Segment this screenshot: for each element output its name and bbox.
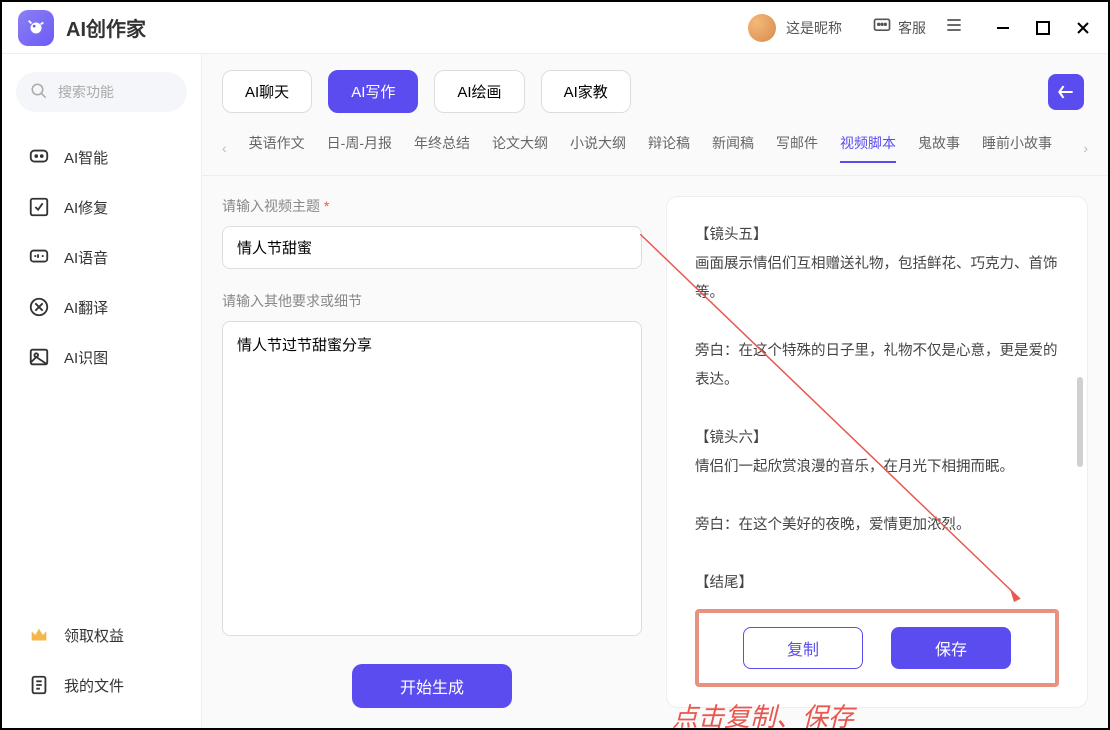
topic-input[interactable] [222, 226, 642, 269]
sub-tab[interactable]: 英语作文 [249, 133, 305, 163]
search-input[interactable]: 搜索功能 [16, 72, 187, 112]
content: AI聊天 AI写作 AI绘画 AI家教 ‹ 英语作文日-周-月报年终总结论文大纲小说大… [202, 54, 1108, 728]
copy-button[interactable]: 复制 [743, 627, 863, 669]
mode-tabs: AI聊天 AI写作 AI绘画 AI家教 [202, 54, 1108, 123]
sub-tab[interactable]: 日-周-月报 [327, 133, 392, 163]
sidebar-item-label: AI修复 [64, 197, 108, 218]
sidebar-item-label: AI翻译 [64, 297, 108, 318]
mode-tab[interactable]: AI写作 [328, 70, 418, 113]
sub-tab[interactable]: 论文大纲 [492, 133, 548, 163]
mode-tab[interactable]: AI家教 [541, 70, 631, 113]
sub-tab[interactable]: 视频脚本 [840, 133, 896, 163]
sub-tabs: ‹ 英语作文日-周-月报年终总结论文大纲小说大纲辩论稿新闻稿写邮件视频脚本鬼故事… [202, 123, 1108, 176]
detail-textarea[interactable] [222, 321, 642, 636]
customer-service-button[interactable]: 客服 [872, 16, 926, 39]
history-button[interactable] [1048, 74, 1084, 110]
mode-tab[interactable]: AI绘画 [434, 70, 524, 113]
voice-icon [28, 246, 50, 268]
app-logo [18, 10, 54, 46]
sidebar-item-label: 领取权益 [64, 625, 124, 646]
sidebar-item-files[interactable]: 我的文件 [16, 660, 187, 710]
crown-icon [28, 624, 50, 646]
user-area[interactable]: 这是昵称 [748, 14, 842, 42]
chevron-right-icon[interactable]: › [1083, 140, 1088, 156]
sidebar-item-label: AI识图 [64, 347, 108, 368]
sidebar-item-label: AI语音 [64, 247, 108, 268]
detail-label: 请输入其他要求或细节 [222, 291, 642, 311]
search-icon [30, 82, 48, 103]
close-button[interactable] [1074, 19, 1092, 37]
chat-icon [872, 16, 892, 39]
sub-tab[interactable]: 小说大纲 [570, 133, 626, 163]
output-panel: 【镜头五】 画面展示情侣们互相赠送礼物，包括鲜花、巧克力、首饰等。 旁白：在这个… [666, 196, 1088, 708]
sidebar-item-ai-translate[interactable]: AI翻译 [16, 282, 187, 332]
repair-icon [28, 196, 50, 218]
translate-icon [28, 296, 50, 318]
chevron-left-icon[interactable]: ‹ [222, 140, 227, 156]
sidebar-item-ai-smart[interactable]: AI智能 [16, 132, 187, 182]
save-button[interactable]: 保存 [891, 627, 1011, 669]
cs-label: 客服 [898, 18, 926, 38]
sub-tab[interactable]: 睡前小故事 [982, 133, 1052, 163]
scrollbar[interactable] [1077, 377, 1083, 467]
minimize-button[interactable] [994, 19, 1012, 37]
titlebar: AI创作家 这是昵称 客服 [2, 2, 1108, 54]
avatar [748, 14, 776, 42]
ai-chat-icon [28, 146, 50, 168]
sidebar-item-rewards[interactable]: 领取权益 [16, 610, 187, 660]
mode-tab[interactable]: AI聊天 [222, 70, 312, 113]
form-column: 请输入视频主题 * 请输入其他要求或细节 开始生成 [222, 196, 642, 708]
sidebar-item-ai-image[interactable]: AI识图 [16, 332, 187, 382]
generate-button[interactable]: 开始生成 [352, 664, 512, 708]
sidebar: 搜索功能 AI智能 AI修复 AI语音 AI翻译 AI识图 领取权益 [2, 54, 202, 728]
sidebar-item-label: 我的文件 [64, 675, 124, 696]
required-mark: * [324, 198, 329, 214]
search-placeholder: 搜索功能 [58, 82, 114, 102]
sub-tab[interactable]: 鬼故事 [918, 133, 960, 163]
maximize-button[interactable] [1034, 19, 1052, 37]
sidebar-item-ai-repair[interactable]: AI修复 [16, 182, 187, 232]
sub-tab[interactable]: 新闻稿 [712, 133, 754, 163]
sidebar-item-label: AI智能 [64, 147, 108, 168]
image-icon [28, 346, 50, 368]
output-text[interactable]: 【镜头五】 画面展示情侣们互相赠送礼物，包括鲜花、巧克力、首饰等。 旁白：在这个… [695, 221, 1059, 601]
sidebar-item-ai-voice[interactable]: AI语音 [16, 232, 187, 282]
sub-tab[interactable]: 写邮件 [776, 133, 818, 163]
sub-tab[interactable]: 辩论稿 [648, 133, 690, 163]
action-highlight-box: 复制 保存 [695, 609, 1059, 687]
app-title: AI创作家 [66, 13, 146, 42]
file-icon [28, 674, 50, 696]
nickname: 这是昵称 [786, 18, 842, 38]
topic-label: 请输入视频主题 * [222, 196, 642, 216]
hamburger-icon[interactable] [944, 15, 964, 40]
sub-tab[interactable]: 年终总结 [414, 133, 470, 163]
